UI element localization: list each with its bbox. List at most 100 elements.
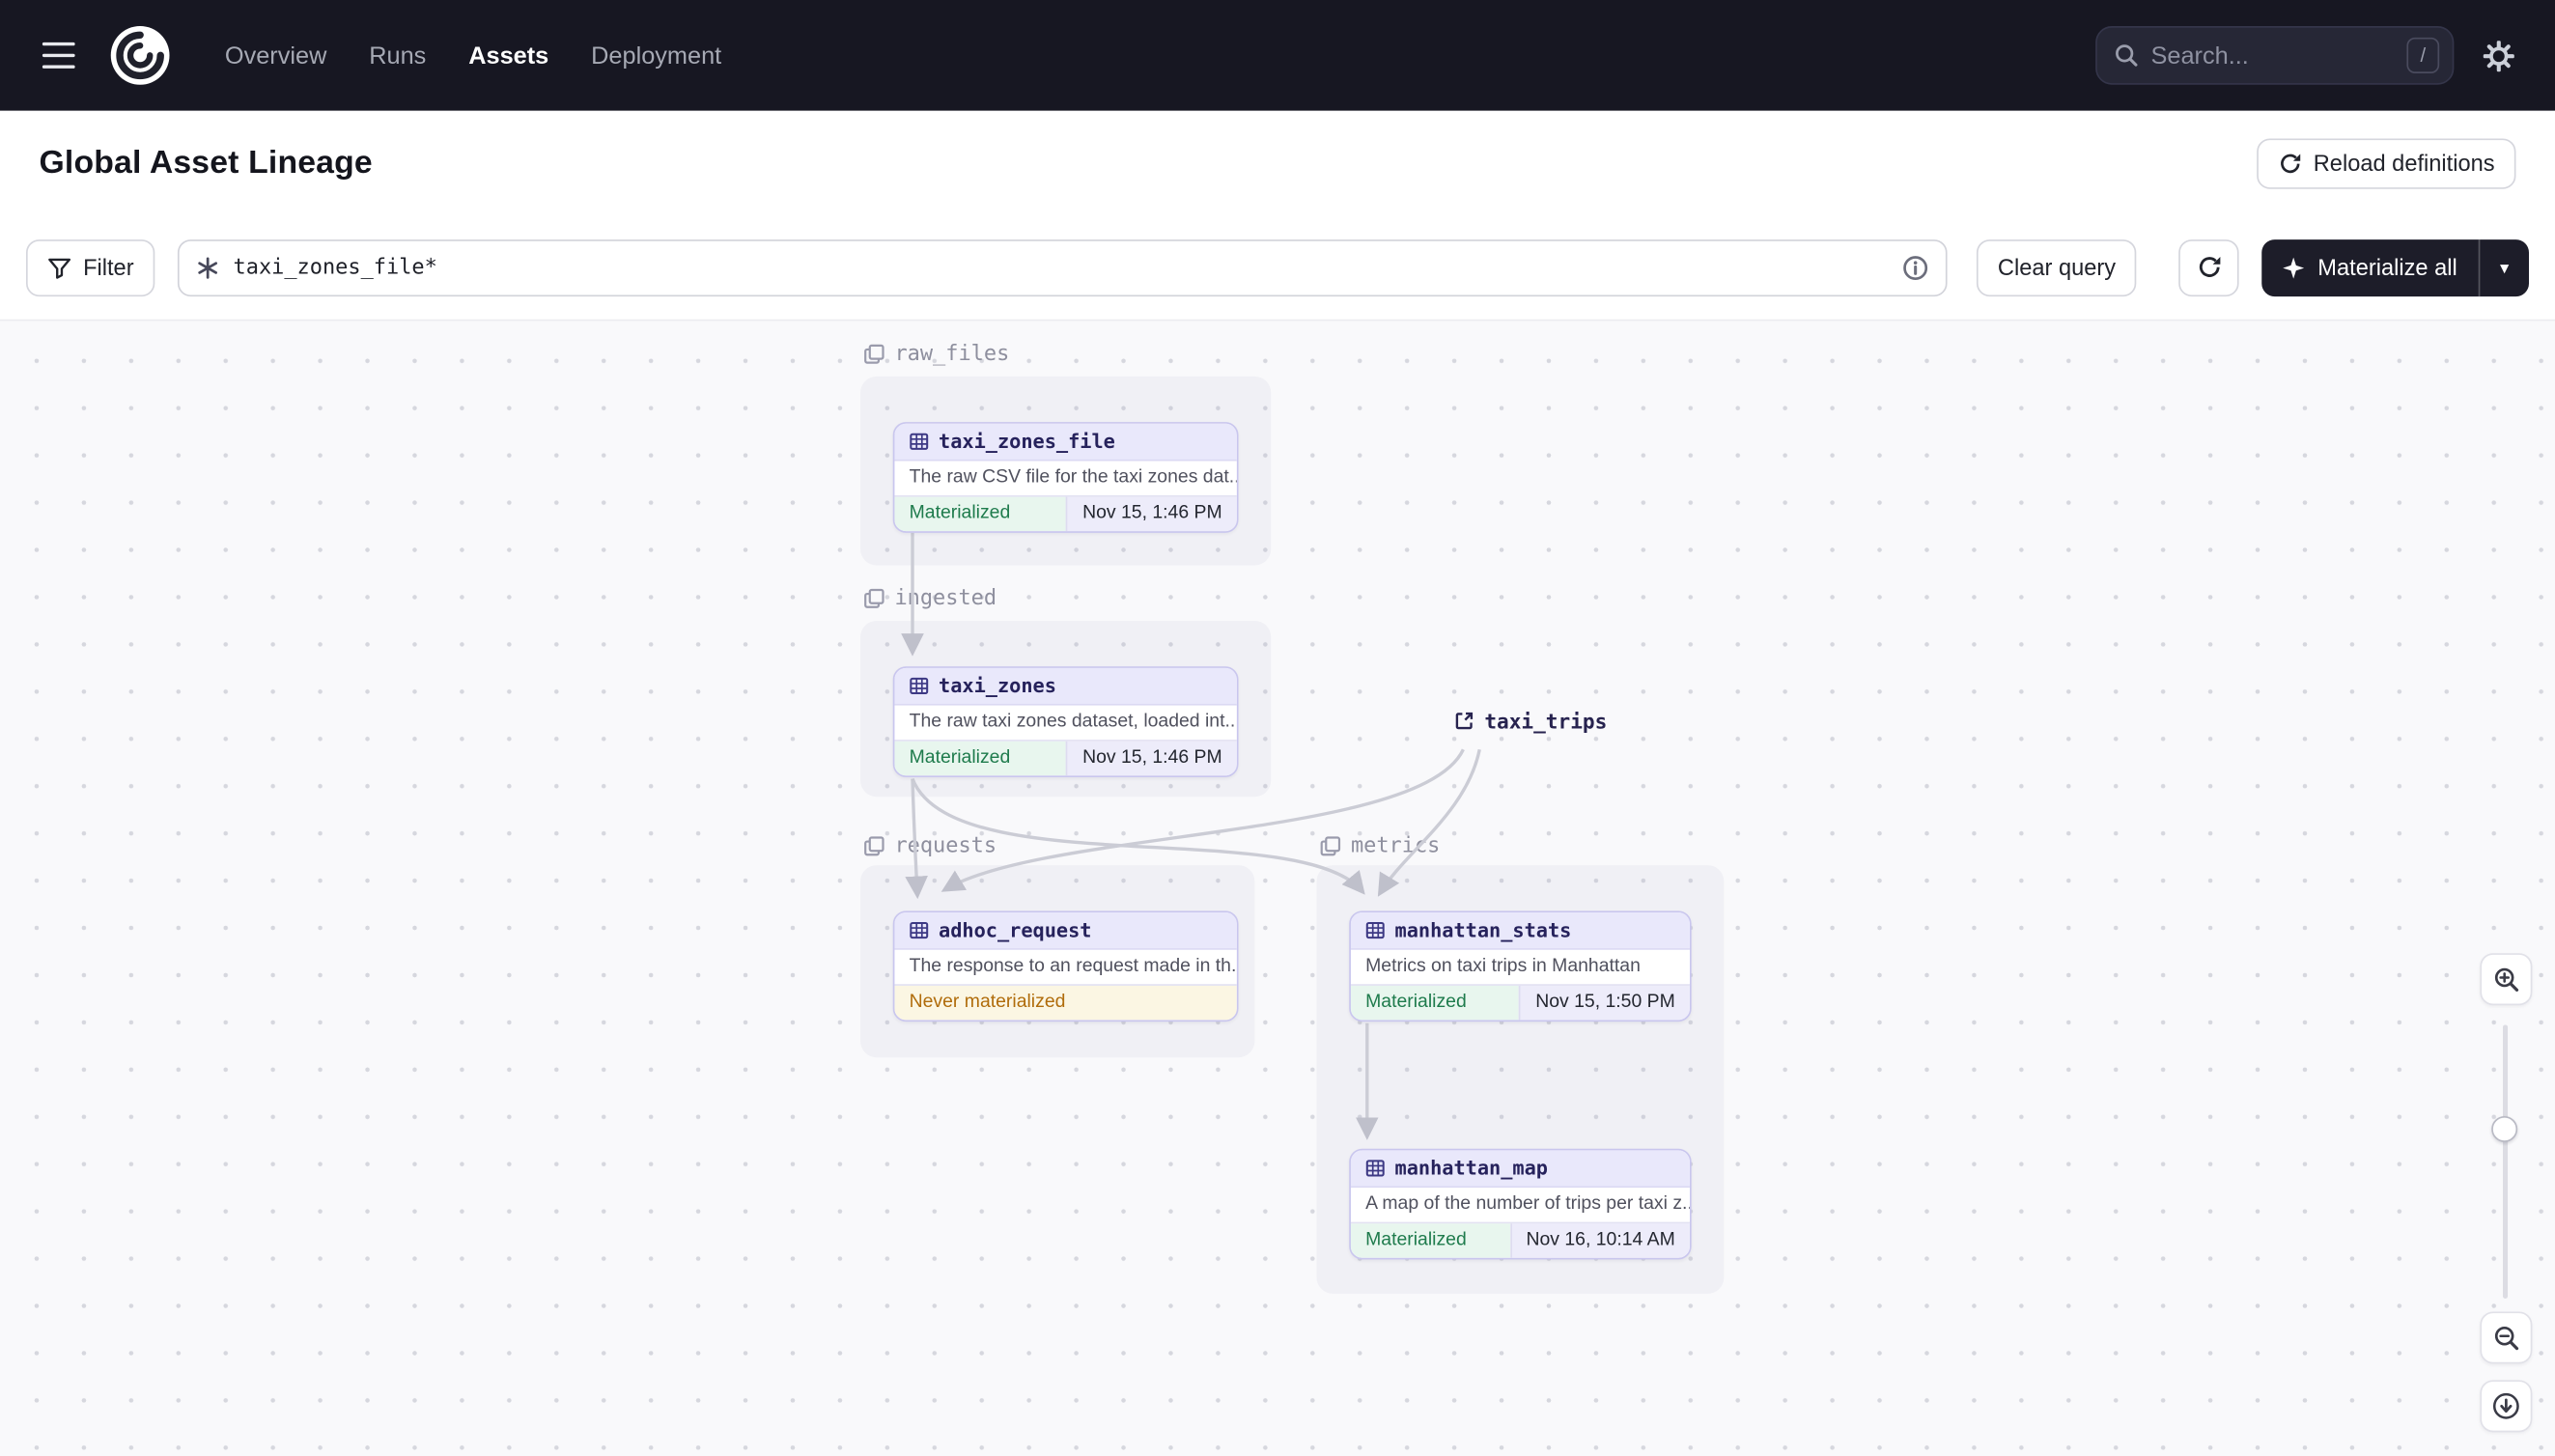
table-icon: [910, 677, 929, 695]
chevron-down-icon: ▾: [2500, 258, 2510, 278]
asset-description: The raw taxi zones dataset, loaded int..…: [894, 705, 1237, 741]
external-asset-taxi-trips[interactable]: taxi_trips: [1453, 709, 1607, 733]
zoom-in-button[interactable]: [2480, 953, 2533, 1006]
table-icon: [910, 921, 929, 939]
settings-gear-icon[interactable]: [2467, 24, 2529, 86]
materialize-dropdown-button[interactable]: ▾: [2478, 238, 2529, 296]
materialize-all-button[interactable]: Materialize all: [2262, 238, 2479, 295]
sparkle-icon: [2283, 256, 2305, 278]
asset-node-adhoc-request[interactable]: adhoc_request The response to an request…: [892, 910, 1239, 1022]
asset-status-row: Materialized Nov 15, 1:46 PM: [894, 740, 1237, 776]
asset-name: manhattan_stats: [1394, 918, 1572, 942]
reload-icon: [2280, 153, 2300, 173]
zoom-out-icon: [2494, 1326, 2518, 1350]
refresh-icon: [2199, 256, 2221, 277]
asset-node-header: taxi_zones_file: [894, 423, 1237, 462]
group-label-metrics[interactable]: metrics: [1320, 829, 1441, 862]
asset-node-manhattan-stats[interactable]: manhattan_stats Metrics on taxi trips in…: [1349, 910, 1692, 1022]
lineage-toolbar: Filter Clear query: [0, 214, 2555, 320]
materialization-timestamp: Nov 16, 10:14 AM: [1509, 1223, 1690, 1258]
materialization-timestamp: Nov 15, 1:50 PM: [1519, 985, 1690, 1021]
primary-nav: Overview Runs Assets Deployment: [225, 42, 721, 70]
reload-definitions-button[interactable]: Reload definitions: [2256, 137, 2516, 188]
status-badge: Never materialized: [894, 985, 1237, 1021]
asset-node-taxi-zones-file[interactable]: taxi_zones_file The raw CSV file for the…: [892, 422, 1239, 533]
asset-selection-input-wrap[interactable]: [178, 238, 1948, 296]
table-icon: [1365, 921, 1385, 939]
group-label-ingested[interactable]: ingested: [863, 581, 997, 614]
group-name: ingested: [894, 585, 997, 610]
group-icon: [864, 835, 884, 855]
materialize-all-button-group: Materialize all ▾: [2261, 238, 2529, 296]
group-name: requests: [894, 833, 997, 858]
table-icon: [910, 433, 929, 450]
asset-status-row: Materialized Nov 15, 1:46 PM: [894, 495, 1237, 532]
lineage-canvas[interactable]: raw_files ingested requests metrics taxi…: [0, 319, 2555, 1456]
menu-icon[interactable]: [26, 23, 92, 89]
group-icon: [1320, 835, 1341, 855]
filter-button[interactable]: Filter: [26, 238, 155, 296]
asset-name: adhoc_request: [939, 918, 1092, 942]
table-icon: [1365, 1160, 1385, 1177]
external-link-icon: [1455, 712, 1474, 730]
zoom-slider-track[interactable]: [2503, 1024, 2509, 1299]
nav-item-overview[interactable]: Overview: [225, 42, 326, 70]
dagster-logo-icon[interactable]: [107, 23, 173, 89]
nav-item-runs[interactable]: Runs: [369, 42, 426, 70]
asset-node-manhattan-map[interactable]: manhattan_map A map of the number of tri…: [1349, 1148, 1692, 1260]
asset-status-row: Never materialized: [894, 984, 1237, 1021]
refresh-graph-button[interactable]: [2178, 238, 2240, 296]
top-nav-bar: Overview Runs Assets Deployment /: [0, 0, 2555, 111]
external-asset-name: taxi_trips: [1484, 709, 1608, 734]
reload-definitions-label: Reload definitions: [2313, 150, 2495, 177]
asset-selection-icon: [198, 256, 218, 278]
asset-description: The raw CSV file for the taxi zones dat.…: [894, 461, 1237, 495]
filter-label: Filter: [83, 254, 134, 281]
group-icon: [864, 588, 884, 608]
group-name: metrics: [1350, 833, 1441, 858]
lineage-edges: [901, 532, 1481, 1140]
clear-query-button[interactable]: Clear query: [1976, 238, 2137, 296]
materialize-all-label: Materialize all: [2317, 254, 2457, 281]
search-shortcut-badge: /: [2406, 37, 2440, 73]
info-icon[interactable]: [1901, 253, 1929, 281]
asset-status-row: Materialized Nov 16, 10:14 AM: [1350, 1221, 1690, 1258]
asset-node-header: adhoc_request: [894, 912, 1237, 950]
fit-view-button[interactable]: [2480, 1380, 2533, 1433]
filter-funnel-icon: [48, 257, 71, 278]
asset-name: manhattan_map: [1394, 1157, 1548, 1180]
zoom-in-icon: [2494, 966, 2518, 992]
status-badge: Materialized: [1350, 1223, 1510, 1258]
materialization-timestamp: Nov 15, 1:46 PM: [1066, 741, 1237, 776]
asset-name: taxi_zones_file: [939, 430, 1115, 454]
asset-node-taxi-zones[interactable]: taxi_zones The raw taxi zones dataset, l…: [892, 666, 1239, 777]
search-input[interactable]: [2150, 42, 2396, 70]
status-badge: Materialized: [1350, 985, 1520, 1021]
asset-description: The response to an request made in th...: [894, 949, 1237, 985]
group-name: raw_files: [894, 341, 1010, 366]
global-search-box[interactable]: /: [2095, 26, 2455, 85]
nav-item-assets[interactable]: Assets: [468, 42, 548, 70]
page-header: Global Asset Lineage Reload definitions: [0, 110, 2555, 215]
nav-item-deployment[interactable]: Deployment: [591, 42, 721, 70]
clear-query-label: Clear query: [1997, 254, 2117, 281]
asset-name: taxi_zones: [939, 674, 1056, 698]
asset-node-header: manhattan_map: [1350, 1150, 1690, 1189]
asset-description: Metrics on taxi trips in Manhattan: [1350, 949, 1690, 985]
asset-node-header: taxi_zones: [894, 667, 1237, 706]
asset-selection-input[interactable]: [233, 255, 1889, 280]
zoom-out-button[interactable]: [2480, 1311, 2533, 1364]
circled-arrow-down-icon: [2492, 1392, 2519, 1419]
group-icon: [864, 343, 884, 363]
asset-node-header: manhattan_stats: [1350, 912, 1690, 950]
search-icon: [2116, 44, 2138, 67]
page-title: Global Asset Lineage: [39, 144, 373, 181]
dagster-app: Overview Runs Assets Deployment /: [0, 0, 2555, 1456]
group-label-requests[interactable]: requests: [863, 829, 997, 862]
materialization-timestamp: Nov 15, 1:46 PM: [1066, 496, 1237, 532]
asset-status-row: Materialized Nov 15, 1:50 PM: [1350, 984, 1690, 1021]
status-badge: Materialized: [894, 496, 1067, 532]
asset-description: A map of the number of trips per taxi z.…: [1350, 1188, 1690, 1222]
zoom-slider-thumb[interactable]: [2491, 1115, 2518, 1142]
group-label-raw-files[interactable]: raw_files: [863, 337, 1009, 370]
